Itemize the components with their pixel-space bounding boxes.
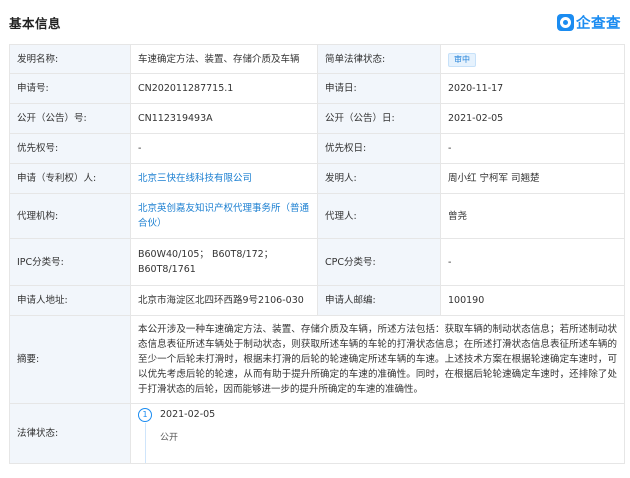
address-label: 申请人地址: [9, 285, 131, 316]
publication-date-value: 2021-02-05 [440, 103, 625, 134]
legal-label: 法律状态: [9, 403, 131, 464]
legal-timeline-cell: 1 2021-02-05 公开 [130, 403, 625, 464]
application-no-label: 申请号: [9, 73, 131, 104]
application-no-value: CN202011287715.1 [130, 73, 318, 104]
legal-timeline: 1 2021-02-05 公开 [138, 405, 617, 463]
publication-no-label: 公开（公告）号: [9, 103, 131, 134]
applicant-label: 申请（专利权）人: [9, 163, 131, 194]
applicant-cell: 北京三快在线科技有限公司 [130, 163, 318, 194]
table-row-legal: 法律状态: 1 2021-02-05 公开 [9, 403, 625, 464]
publication-date-label: 公开（公告）日: [317, 103, 441, 134]
timeline-date: 2021-02-05 [160, 408, 216, 420]
table-row-applicant: 申请（专利权）人: 北京三快在线科技有限公司 发明人: 周小红 宁柯军 司翘楚 [9, 163, 625, 194]
cpc-value: - [440, 238, 625, 286]
application-date-label: 申请日: [317, 73, 441, 104]
cpc-label: CPC分类号: [317, 238, 441, 286]
abstract-label: 摘要: [9, 315, 131, 404]
logo[interactable]: 企查查 [557, 12, 621, 32]
invention-name-value: 车速确定方法、装置、存储介质及车辆 [130, 44, 318, 74]
priority-no-label: 优先权号: [9, 133, 131, 164]
legal-status-label: 简单法律状态: [317, 44, 441, 74]
table-row-ipc: IPC分类号: B60W40/105； B60T8/172； B60T8/176… [9, 238, 625, 286]
publication-no-value: CN112319493A [130, 103, 318, 134]
table-row-invention-name: 发明名称: 车速确定方法、装置、存储介质及车辆 简单法律状态: 审中 [9, 44, 625, 74]
inventor-label: 发明人: [317, 163, 441, 194]
table-row-agency: 代理机构: 北京英创嘉友知识产权代理事务所（普通合伙） 代理人: 曾尧 [9, 193, 625, 239]
page-title: 基本信息 [9, 16, 62, 31]
postcode-value: 100190 [440, 285, 625, 316]
table-row-publication-no: 公开（公告）号: CN112319493A 公开（公告）日: 2021-02-0… [9, 103, 625, 134]
address-value: 北京市海淀区北四环西路9号2106-030 [130, 285, 318, 316]
application-date-value: 2020-11-17 [440, 73, 625, 104]
header: 基本信息 企查查 [0, 0, 630, 38]
logo-text: 企查查 [576, 15, 621, 32]
qichacha-logo-icon [557, 13, 574, 31]
ipc-label: IPC分类号: [9, 238, 131, 286]
status-badge: 审中 [448, 52, 476, 67]
agency-cell: 北京英创嘉友知识产权代理事务所（普通合伙） [130, 193, 318, 239]
patent-info-table: 发明名称: 车速确定方法、装置、存储介质及车辆 简单法律状态: 审中 申请号: … [9, 44, 625, 464]
timeline-line [144, 422, 146, 463]
table-row-address: 申请人地址: 北京市海淀区北四环西路9号2106-030 申请人邮编: 1001… [9, 285, 625, 316]
inventor-value: 周小红 宁柯军 司翘楚 [440, 163, 625, 194]
table-row-priority: 优先权号: - 优先权日: - [9, 133, 625, 164]
priority-no-value: - [130, 133, 318, 164]
table-row-application-no: 申请号: CN202011287715.1 申请日: 2020-11-17 [9, 73, 625, 104]
agency-label: 代理机构: [9, 193, 131, 239]
ipc-value: B60W40/105； B60T8/172； B60T8/1761 [130, 238, 318, 286]
applicant-link[interactable]: 北京三快在线科技有限公司 [138, 173, 252, 184]
priority-date-value: - [440, 133, 625, 164]
priority-date-label: 优先权日: [317, 133, 441, 164]
agent-value: 曾尧 [440, 193, 625, 239]
invention-name-label: 发明名称: [9, 44, 131, 74]
table-row-abstract: 摘要: 本公开涉及一种车速确定方法、装置、存储介质及车辆，所述方法包括：获取车辆… [9, 315, 625, 404]
abstract-text: 本公开涉及一种车速确定方法、装置、存储介质及车辆，所述方法包括：获取车辆的制动状… [130, 315, 625, 404]
postcode-label: 申请人邮编: [317, 285, 441, 316]
timeline-status: 公开 [160, 432, 179, 443]
agent-label: 代理人: [317, 193, 441, 239]
agency-link[interactable]: 北京英创嘉友知识产权代理事务所（普通合伙） [138, 203, 309, 229]
legal-status-cell: 审中 [440, 44, 625, 74]
timeline-index: 1 [138, 407, 152, 422]
